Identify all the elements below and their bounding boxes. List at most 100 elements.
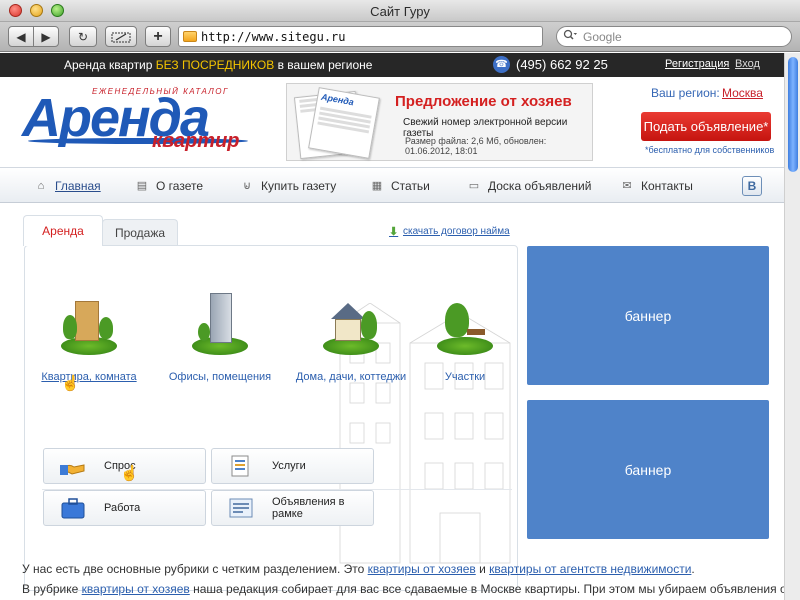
envelope-icon: ✉ <box>622 180 632 192</box>
site-header: ЕЖЕНЕДЕЛЬНЫЙ КАТАЛОГ Аренда квартир Арен… <box>0 77 784 167</box>
framed-ads-button[interactable]: Объявления в рамке <box>211 490 374 526</box>
category-offices[interactable]: Офисы, помещения <box>155 293 285 383</box>
basket-icon: ⊌ <box>242 180 252 192</box>
nav-item-board[interactable]: ▭ Доска объявлений <box>467 179 592 193</box>
board-icon: ▭ <box>468 180 480 192</box>
framed-ads-icon <box>228 497 254 519</box>
tree-shape <box>445 303 469 337</box>
hand-cursor-icon-2: ☝ <box>120 465 139 482</box>
promo-file-meta: Размер файла: 2,6 Мб, обновлен: 01.06.20… <box>405 136 547 156</box>
bench-shape <box>467 329 485 335</box>
house-icon <box>321 293 381 355</box>
main-nav: ⌂ Главная ▤ О газете ⊌ Купить газету ▦ Стать… <box>0 167 784 203</box>
browser-toolbar: ◀ ▶ ↻ + http://www.sitegu.ru Google <box>0 22 800 52</box>
vkontakte-icon[interactable]: В <box>742 176 762 196</box>
newspaper-front-page: Аренда <box>308 87 380 159</box>
building-block <box>335 319 361 341</box>
download-contract-link[interactable]: ⬇ скачать договор найма <box>389 225 510 239</box>
newspaper-image: Аренда <box>293 87 383 160</box>
site-tagline: Аренда квартир БЕЗ ПОСРЕДНИКОВ в вашем р… <box>64 58 372 72</box>
newspaper-promo-banner[interactable]: Аренда Предложение от хозяев Свежий номе… <box>286 83 593 161</box>
region-city-link[interactable]: Москва <box>722 86 763 100</box>
nav-item-label: Купить газету <box>261 179 337 193</box>
tree-shape <box>63 315 77 339</box>
search-field[interactable]: Google <box>556 26 792 47</box>
nav-item-label: Статьи <box>391 179 430 193</box>
back-button[interactable]: ◀ <box>8 26 34 47</box>
nav-item-home[interactable]: ⌂ Главная <box>34 179 101 193</box>
add-bookmark-button[interactable]: + <box>145 26 171 47</box>
download-arrow-icon: ⬇ <box>389 226 399 238</box>
tagline-start: Аренда квартир <box>64 58 156 72</box>
tab-rent[interactable]: Аренда <box>23 215 103 246</box>
category-land[interactable]: Участки <box>400 293 530 383</box>
nav-item-label: Контакты <box>641 179 693 193</box>
intro-paragraph-1: У нас есть две основные рубрики с четким… <box>22 562 695 576</box>
services-button[interactable]: Услуги <box>211 448 374 484</box>
region-label: Ваш регион: <box>651 86 720 100</box>
category-label: Дома, дачи, коттеджи <box>295 371 407 383</box>
handshake-icon <box>60 455 86 477</box>
forward-arrow-icon: ▶ <box>41 29 51 44</box>
office-tower-icon <box>190 293 250 355</box>
title-bar: Сайт Гуру <box>0 0 800 22</box>
intro-paragraph-2: В рубрике квартиры от хозяев наша редакц… <box>22 582 784 596</box>
category-label: Участки <box>444 371 486 383</box>
address-bar[interactable]: http://www.sitegu.ru <box>178 26 543 47</box>
snapshot-button[interactable] <box>105 26 137 47</box>
register-link[interactable]: Регистрация <box>665 58 729 70</box>
scrollbar-thumb[interactable] <box>788 57 798 172</box>
vertical-scrollbar[interactable] <box>784 53 800 600</box>
site-top-bar: Аренда квартир БЕЗ ПОСРЕДНИКОВ в вашем р… <box>0 53 784 77</box>
framed-ads-label: Объявления в рамке <box>272 496 345 520</box>
land-plot-icon <box>435 293 495 355</box>
jobs-button[interactable]: Работа <box>43 490 206 526</box>
building-block <box>75 301 99 341</box>
login-link[interactable]: Вход <box>735 58 760 70</box>
ad-banner-top[interactable]: баннер <box>527 246 769 385</box>
nav-item-label: Главная <box>55 179 101 193</box>
apartment-building-icon <box>59 293 119 355</box>
home-icon: ⌂ <box>37 180 45 192</box>
nav-item-about[interactable]: ▤ О газете <box>135 179 203 193</box>
paragraph-text: . <box>691 562 695 576</box>
nav-item-articles[interactable]: ▦ Статьи <box>370 179 430 193</box>
paragraph-text: и <box>475 562 490 576</box>
paragraph-text: В рубрике <box>22 582 82 596</box>
tree-shape <box>198 323 210 341</box>
nav-item-contacts[interactable]: ✉ Контакты <box>620 179 693 193</box>
web-page: Аренда квартир БЕЗ ПОСРЕДНИКОВ в вашем р… <box>0 53 784 600</box>
nav-item-label: Доска объявлений <box>488 179 592 193</box>
newspaper-icon: ▤ <box>136 180 148 192</box>
phone-icon: ☎ <box>493 56 510 73</box>
briefcase-icon <box>60 497 86 519</box>
back-arrow-icon: ◀ <box>16 29 26 44</box>
category-label: Квартира, комната <box>41 371 137 383</box>
forward-button[interactable]: ▶ <box>33 26 59 47</box>
window-title: Сайт Гуру <box>370 4 430 19</box>
logo-small-text: квартир <box>152 130 240 152</box>
submit-note: *бесплатно для собственников <box>645 145 775 155</box>
tree-shape <box>99 317 113 339</box>
owners-apartments-link-2[interactable]: квартиры от хозяев <box>82 582 190 596</box>
reload-button[interactable]: ↻ <box>69 26 97 47</box>
island-base <box>437 337 493 355</box>
search-placeholder: Google <box>583 29 622 44</box>
document-icon: ▦ <box>371 180 383 192</box>
category-apartment[interactable]: Квартира, комната <box>24 293 154 383</box>
submit-ad-button[interactable]: Подать объявление* <box>641 112 771 141</box>
owners-apartments-link[interactable]: квартиры от хозяев <box>368 562 476 576</box>
nav-item-buy[interactable]: ⊌ Купить газету <box>240 179 336 193</box>
tab-sale[interactable]: Продажа <box>102 219 178 245</box>
download-contract-label: скачать договор найма <box>403 225 510 237</box>
services-label: Услуги <box>272 460 306 472</box>
ad-banner-bottom[interactable]: баннер <box>527 400 769 539</box>
jobs-label: Работа <box>104 502 141 514</box>
paragraph-text: У нас есть две основные рубрики с четким… <box>22 562 368 576</box>
category-label: Офисы, помещения <box>168 371 272 383</box>
agency-apartments-link[interactable]: квартиры от агентств недвижимости <box>489 562 691 576</box>
category-houses[interactable]: Дома, дачи, коттеджи <box>286 293 416 383</box>
reload-icon: ↻ <box>77 29 89 44</box>
url-text: http://www.sitegu.ru <box>201 29 346 44</box>
hand-cursor-icon: ☝ <box>61 375 80 392</box>
